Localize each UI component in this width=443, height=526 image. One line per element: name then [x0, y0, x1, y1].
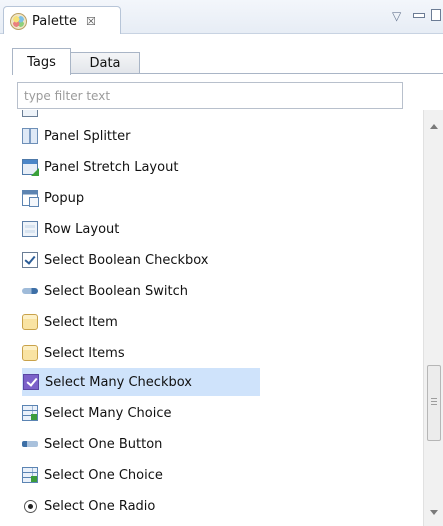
- palette-tabs: Tags Data: [0, 34, 443, 75]
- scroll-down-arrow-icon[interactable]: [430, 510, 438, 515]
- list-item-label: Select Items: [44, 345, 125, 361]
- panel-splitter-icon: [22, 128, 38, 144]
- one-button-icon: [22, 441, 38, 447]
- list-item-select-many-checkbox[interactable]: Select Many Checkbox: [22, 368, 260, 396]
- list-item-select-boolean-checkbox[interactable]: Select Boolean Checkbox: [22, 246, 260, 274]
- grip-line: [431, 398, 437, 399]
- tab-tags[interactable]: Tags: [12, 48, 71, 75]
- filter-input[interactable]: [17, 82, 403, 109]
- view-title: Palette: [32, 13, 78, 29]
- list-item-label: Select Boolean Switch: [44, 283, 188, 299]
- panel-stretch-layout-icon: [22, 159, 39, 176]
- list-item-panel-stretch-layout[interactable]: Panel Stretch Layout: [22, 153, 260, 181]
- palette-view-tab[interactable]: Palette ☒: [3, 6, 121, 35]
- list-item-row-layout[interactable]: Row Layout: [22, 215, 260, 243]
- grip-line: [431, 401, 437, 402]
- popup-icon: [22, 190, 39, 207]
- grip-line: [431, 404, 437, 405]
- list-item-label: Select One Choice: [44, 467, 163, 483]
- list-item-select-boolean-switch[interactable]: Select Boolean Switch: [22, 277, 260, 305]
- list-item-label: Panel Splitter: [44, 128, 131, 144]
- list-item-label: Select Item: [44, 314, 118, 330]
- tab-divider: [12, 73, 443, 74]
- scroll-up-arrow-icon[interactable]: [430, 124, 438, 129]
- list-item-label: Select Boolean Checkbox: [44, 252, 209, 268]
- minimize-icon[interactable]: [413, 9, 425, 19]
- list-item-label: Popup: [44, 190, 85, 206]
- list-item-label: Row Layout: [44, 221, 120, 237]
- checkbox-icon: [22, 252, 38, 268]
- switch-icon: [22, 288, 38, 294]
- view-tab-bar: Palette ☒ ▽: [0, 0, 443, 35]
- list-item-select-many-choice[interactable]: Select Many Choice: [22, 399, 260, 427]
- list-item-label: Select One Radio: [44, 498, 156, 514]
- list-item-panel-splitter[interactable]: Panel Splitter: [22, 122, 260, 150]
- close-icon[interactable]: ☒: [86, 15, 96, 28]
- vertical-scrollbar[interactable]: [423, 110, 443, 526]
- palette-list: Panel Splitter Panel Stretch Layout Popu…: [12, 110, 423, 526]
- palette-icon: [10, 12, 27, 30]
- list-item-select-one-button[interactable]: Select One Button: [22, 430, 260, 458]
- list-item-popup[interactable]: Popup: [22, 184, 260, 212]
- scrollbar-thumb[interactable]: [427, 365, 441, 441]
- tab-data[interactable]: Data: [71, 52, 140, 74]
- list-item-label: Select One Button: [44, 436, 163, 452]
- view-menu-icon[interactable]: ▽: [392, 9, 401, 23]
- list-item-select-one-choice[interactable]: Select One Choice: [22, 461, 260, 489]
- list-item-label: Select Many Checkbox: [45, 374, 192, 390]
- select-items-icon: [22, 345, 38, 361]
- one-choice-icon: [22, 467, 38, 483]
- list-item-select-items[interactable]: Select Items: [22, 339, 260, 367]
- row-layout-icon: [22, 221, 38, 237]
- list-item-select-one-radio[interactable]: Select One Radio: [22, 492, 260, 520]
- many-choice-icon: [22, 405, 38, 421]
- maximize-icon[interactable]: [431, 9, 441, 21]
- radio-icon: [24, 499, 37, 513]
- select-item-icon: [22, 314, 38, 330]
- list-item-select-item[interactable]: Select Item: [22, 308, 260, 336]
- list-item-label: Select Many Choice: [44, 405, 172, 421]
- cut-icon: [22, 110, 38, 117]
- many-checkbox-icon: [23, 374, 39, 390]
- list-item-label: Panel Stretch Layout: [44, 159, 179, 175]
